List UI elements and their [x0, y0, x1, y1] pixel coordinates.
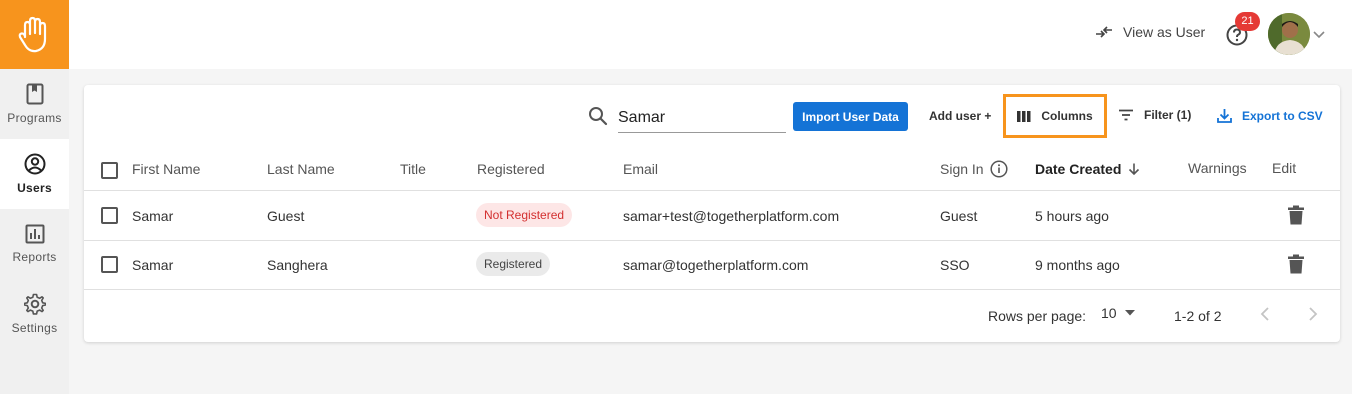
pagination: Rows per page: 10 1-2 of 2 [84, 290, 1340, 342]
cell-last-name: Guest [267, 208, 305, 224]
column-header-first-name[interactable]: First Name [132, 161, 200, 177]
sidebar: Programs Users Reports Settings [0, 0, 69, 394]
rows-per-page-label: Rows per page: [988, 308, 1087, 324]
view-as-user-label: View as User [1123, 24, 1206, 40]
cell-last-name: Sanghera [267, 257, 328, 273]
cell-sign-in: SSO [940, 257, 970, 273]
rows-per-page-select[interactable]: 10 [1101, 305, 1135, 321]
import-user-data-button[interactable]: Import User Data [793, 102, 908, 131]
sort-arrow-down-icon [1129, 163, 1140, 176]
view-as-user-button[interactable]: View as User [1095, 24, 1205, 40]
swap-arrows-icon [1096, 26, 1112, 38]
column-header-date-created[interactable]: Date Created [1035, 161, 1141, 177]
trash-icon[interactable] [1287, 205, 1305, 225]
table-row[interactable]: Samar Sanghera Registered samar@together… [84, 241, 1340, 290]
app-logo[interactable] [0, 0, 69, 69]
sidebar-item-programs[interactable]: Programs [0, 69, 69, 139]
column-header-email[interactable]: Email [623, 161, 658, 177]
cell-email: samar@togetherplatform.com [623, 257, 809, 273]
row-checkbox[interactable] [101, 207, 118, 224]
cell-date-created: 5 hours ago [1035, 208, 1109, 224]
columns-label: Columns [1041, 109, 1093, 123]
add-user-button[interactable]: Add user + [929, 109, 991, 123]
date-created-label: Date Created [1035, 161, 1122, 177]
column-header-warnings[interactable]: Warnings [1188, 160, 1247, 176]
filter-label: Filter (1) [1144, 108, 1192, 122]
user-circle-icon [24, 153, 45, 175]
columns-button[interactable]: Columns [1003, 94, 1107, 138]
search-icon [589, 107, 608, 126]
columns-icon [1017, 110, 1031, 122]
status-badge: Not Registered [476, 203, 573, 227]
table-row[interactable]: Samar Guest Not Registered samar+test@to… [84, 192, 1340, 241]
chevron-left-icon[interactable] [1258, 306, 1272, 322]
export-csv-label: Export to CSV [1242, 108, 1323, 123]
cell-sign-in: Guest [940, 208, 978, 224]
sidebar-item-label: Users [17, 181, 52, 195]
column-header-edit: Edit [1272, 160, 1297, 176]
sidebar-item-label: Reports [12, 250, 57, 264]
bar-chart-icon [25, 224, 44, 244]
gear-icon [23, 293, 46, 315]
search-input[interactable] [618, 104, 786, 133]
cell-email: samar+test@togetherplatform.com [623, 208, 840, 224]
filter-button[interactable]: Filter (1) [1118, 108, 1191, 122]
cell-first-name: Samar [132, 257, 174, 273]
caret-down-icon [1124, 310, 1135, 316]
sidebar-item-label: Settings [11, 321, 58, 335]
select-all-checkbox[interactable] [101, 162, 118, 179]
sidebar-item-reports[interactable]: Reports [0, 209, 69, 279]
sign-in-label: Sign In [940, 161, 984, 177]
sidebar-item-label: Programs [7, 111, 62, 125]
pagination-range: 1-2 of 2 [1174, 308, 1222, 324]
column-header-last-name[interactable]: Last Name [267, 161, 335, 177]
chevron-right-icon[interactable] [1306, 306, 1320, 322]
users-table-card: Import User Data Add user + Columns Filt… [84, 85, 1340, 342]
status-badge: Registered [476, 252, 551, 276]
trash-icon[interactable] [1287, 254, 1305, 274]
column-header-sign-in[interactable]: Sign In [940, 160, 1008, 178]
cell-first-name: Samar [132, 208, 174, 224]
cell-date-created: 9 months ago [1035, 257, 1120, 273]
filter-icon [1119, 109, 1133, 121]
avatar-image [1268, 13, 1310, 55]
avatar[interactable] [1268, 13, 1310, 55]
column-header-registered[interactable]: Registered [477, 161, 545, 177]
table-header: First Name Last Name Title Registered Em… [84, 143, 1340, 191]
row-checkbox[interactable] [101, 256, 118, 273]
top-header: View as User 21 [69, 0, 1352, 69]
book-icon [26, 83, 43, 105]
sidebar-item-settings[interactable]: Settings [0, 279, 69, 349]
column-header-title[interactable]: Title [400, 161, 426, 177]
sidebar-item-users[interactable]: Users [0, 139, 69, 209]
chevron-down-icon[interactable] [1312, 27, 1326, 41]
rows-per-page-value: 10 [1101, 305, 1117, 321]
notification-badge: 21 [1235, 12, 1260, 31]
export-csv-button[interactable]: Export to CSV [1217, 108, 1323, 123]
info-icon[interactable] [990, 160, 1008, 178]
hand-wave-icon [18, 16, 46, 52]
download-icon [1217, 109, 1232, 123]
